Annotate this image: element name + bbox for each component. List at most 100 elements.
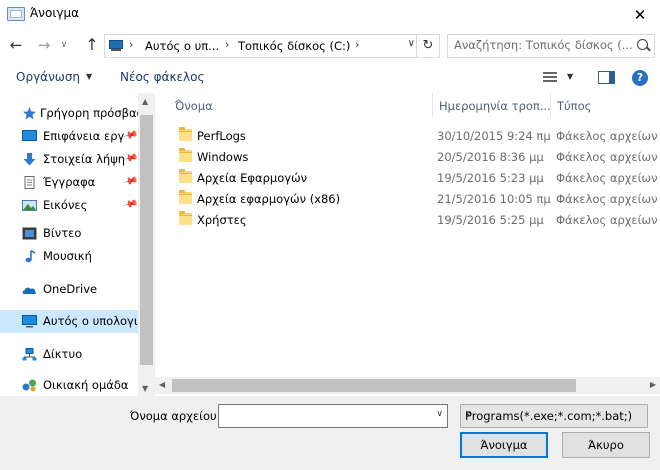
network-icon bbox=[22, 348, 37, 361]
sidebar-item-label: Γρήγορη πρόσβαση bbox=[40, 106, 152, 120]
file-name: Χρήστες bbox=[197, 213, 247, 227]
pin-icon[interactable]: 📌 bbox=[122, 128, 138, 144]
sidebar-item-this-pc[interactable]: Αυτός ο υπολογι bbox=[0, 310, 138, 333]
file-row[interactable]: Αρχεία εφαρμογών (x86) 21/5/2016 10:05 π… bbox=[169, 188, 659, 209]
sidebar-item-desktop[interactable]: Επιφάνεια εργ 📌 bbox=[0, 125, 138, 148]
breadcrumb-separator[interactable]: › bbox=[129, 38, 133, 51]
column-header-date[interactable]: Ημερομηνία τροπ... bbox=[432, 93, 551, 117]
scrollbar-thumb[interactable] bbox=[172, 379, 576, 392]
sidebar-item-pictures[interactable]: Εικόνες 📌 bbox=[0, 194, 138, 217]
homegroup-icon bbox=[22, 379, 36, 392]
address-bar[interactable]: › Αυτός ο υπ... › Τοπικός δίσκος (C:) › … bbox=[104, 34, 440, 58]
column-label: Ημερομηνία τροπ... bbox=[439, 99, 551, 113]
breadcrumb-this-pc[interactable]: Αυτός ο υπ... bbox=[145, 39, 219, 53]
dialog-icon bbox=[7, 7, 25, 21]
file-date: 19/5/2016 5:23 μμ bbox=[437, 171, 544, 185]
chevron-down-icon[interactable]: ∨ bbox=[436, 409, 443, 419]
sidebar-item-homegroup[interactable]: Οικιακή ομάδα bbox=[0, 374, 138, 397]
breadcrumb-separator[interactable]: › bbox=[225, 38, 229, 51]
up-button[interactable]: ↑ bbox=[82, 35, 102, 54]
open-button[interactable]: Άνοιγμα bbox=[460, 432, 548, 458]
file-row[interactable]: Χρήστες 19/5/2016 5:25 μμ Φάκελος αρχείω… bbox=[169, 209, 659, 230]
help-icon[interactable]: ? bbox=[632, 70, 648, 86]
file-type-filter-select[interactable]: Programs(*.exe;*.com;*.bat;) ∨ bbox=[460, 404, 648, 428]
file-name: Αρχεία εφαρμογών (x86) bbox=[197, 192, 341, 206]
folder-icon bbox=[179, 148, 192, 162]
close-button[interactable]: ✕ bbox=[620, 0, 660, 30]
preview-pane-icon[interactable] bbox=[598, 71, 615, 84]
file-name: Windows bbox=[197, 150, 249, 164]
filename-combobox[interactable]: ∨ bbox=[218, 404, 448, 428]
chevron-down-icon: ▼ bbox=[86, 72, 93, 81]
new-folder-button[interactable]: Νέος φάκελος bbox=[120, 70, 205, 84]
filename-input[interactable] bbox=[219, 405, 427, 425]
file-row[interactable]: Windows 20/5/2016 8:36 μμ Φάκελος αρχείω… bbox=[169, 146, 659, 167]
video-icon bbox=[22, 227, 37, 240]
file-date: 21/5/2016 10:05 πμ bbox=[437, 192, 551, 206]
view-options-icon[interactable] bbox=[543, 72, 557, 83]
search-box[interactable] bbox=[447, 34, 655, 58]
filename-label: Όνομα αρχείου: bbox=[130, 409, 221, 423]
cancel-button[interactable]: Άκυρο bbox=[562, 432, 650, 458]
refresh-button[interactable]: ↻ bbox=[416, 35, 439, 57]
forward-button[interactable]: → bbox=[34, 36, 54, 54]
sidebar-item-downloads[interactable]: Στοιχεία λήψη 📌 bbox=[0, 148, 138, 171]
download-icon bbox=[23, 153, 36, 166]
folder-icon bbox=[179, 190, 192, 204]
file-list-horizontal-scrollbar[interactable]: ◀ ▶ bbox=[155, 377, 660, 394]
sidebar-item-label: Οικιακή ομάδα bbox=[43, 378, 129, 392]
window-title: Άνοιγμα bbox=[30, 6, 80, 20]
breadcrumb-separator[interactable]: › bbox=[355, 38, 359, 51]
view-options-dropdown[interactable]: ▼ bbox=[567, 72, 573, 81]
sidebar-item-network[interactable]: Δίκτυο bbox=[0, 343, 138, 366]
scroll-down-arrow[interactable]: ▼ bbox=[142, 384, 148, 393]
column-header-row: Όνομα ^ Ημερομηνία τροπ... Τύπος bbox=[155, 93, 660, 117]
file-date: 19/5/2016 5:25 μμ bbox=[437, 213, 544, 227]
search-icon[interactable] bbox=[637, 39, 648, 50]
command-bar: Οργάνωση ▼ Νέος φάκελος ▼ ? bbox=[0, 64, 660, 91]
chevron-down-icon: ∨ bbox=[465, 409, 472, 419]
onedrive-icon bbox=[22, 287, 36, 294]
music-icon bbox=[25, 250, 36, 263]
column-label: Τύπος bbox=[557, 99, 592, 113]
column-header-type[interactable]: Τύπος bbox=[550, 93, 660, 117]
address-history-dropdown[interactable]: ∨ bbox=[408, 38, 415, 49]
documents-icon bbox=[24, 176, 35, 189]
scroll-right-arrow[interactable]: ▶ bbox=[650, 380, 656, 389]
folder-icon bbox=[179, 211, 192, 225]
scroll-left-arrow[interactable]: ◀ bbox=[159, 380, 165, 389]
sidebar-item-label: Αυτός ο υπολογι bbox=[43, 314, 138, 328]
recent-locations-button[interactable]: ∨ bbox=[58, 40, 70, 50]
organize-button[interactable]: Οργάνωση ▼ bbox=[16, 70, 92, 84]
search-input[interactable] bbox=[448, 35, 634, 55]
scroll-up-arrow[interactable]: ▲ bbox=[142, 97, 148, 106]
file-date: 20/5/2016 8:36 μμ bbox=[437, 150, 544, 164]
pin-icon[interactable]: 📌 bbox=[122, 197, 138, 213]
breadcrumb-local-disk[interactable]: Τοπικός δίσκος (C:) bbox=[238, 39, 350, 53]
desktop-icon bbox=[22, 130, 37, 141]
this-pc-icon bbox=[22, 315, 37, 328]
dialog-footer: Όνομα αρχείου: ∨ Programs(*.exe;*.com;*.… bbox=[0, 396, 660, 470]
column-header-name[interactable]: Όνομα ^ bbox=[169, 93, 431, 117]
navigation-pane: Γρήγορη πρόσβαση Επιφάνεια εργ 📌 Στοιχεί… bbox=[0, 93, 151, 398]
sidebar-item-music[interactable]: Μουσική bbox=[0, 245, 138, 268]
scrollbar-thumb[interactable] bbox=[140, 115, 153, 365]
folder-icon bbox=[179, 127, 192, 141]
file-date: 30/10/2015 9:24 πμ bbox=[437, 129, 551, 143]
pictures-icon bbox=[22, 200, 37, 211]
sidebar-item-onedrive[interactable]: OneDrive bbox=[0, 278, 138, 301]
sidebar-item-documents[interactable]: Έγγραφα 📌 bbox=[0, 171, 138, 194]
navigation-scrollbar[interactable]: ▲ ▼ bbox=[138, 93, 155, 398]
sidebar-item-videos[interactable]: Βίντεο bbox=[0, 222, 138, 245]
sidebar-item-label: OneDrive bbox=[43, 282, 98, 296]
sidebar-item-label: Εικόνες bbox=[43, 198, 88, 212]
back-button[interactable]: ← bbox=[6, 36, 26, 54]
file-name: Αρχεία Εφαρμογών bbox=[197, 171, 308, 185]
sidebar-item-label: Στοιχεία λήψη bbox=[43, 152, 126, 166]
pin-icon[interactable]: 📌 bbox=[122, 174, 138, 190]
file-row[interactable]: Αρχεία Εφαρμογών 19/5/2016 5:23 μμ Φάκελ… bbox=[169, 167, 659, 188]
sidebar-item-quick-access[interactable]: Γρήγορη πρόσβαση bbox=[0, 102, 151, 125]
file-name: PerfLogs bbox=[197, 129, 246, 143]
file-type: Φάκελος αρχείων bbox=[556, 171, 658, 185]
file-row[interactable]: PerfLogs 30/10/2015 9:24 πμ Φάκελος αρχε… bbox=[169, 125, 659, 146]
